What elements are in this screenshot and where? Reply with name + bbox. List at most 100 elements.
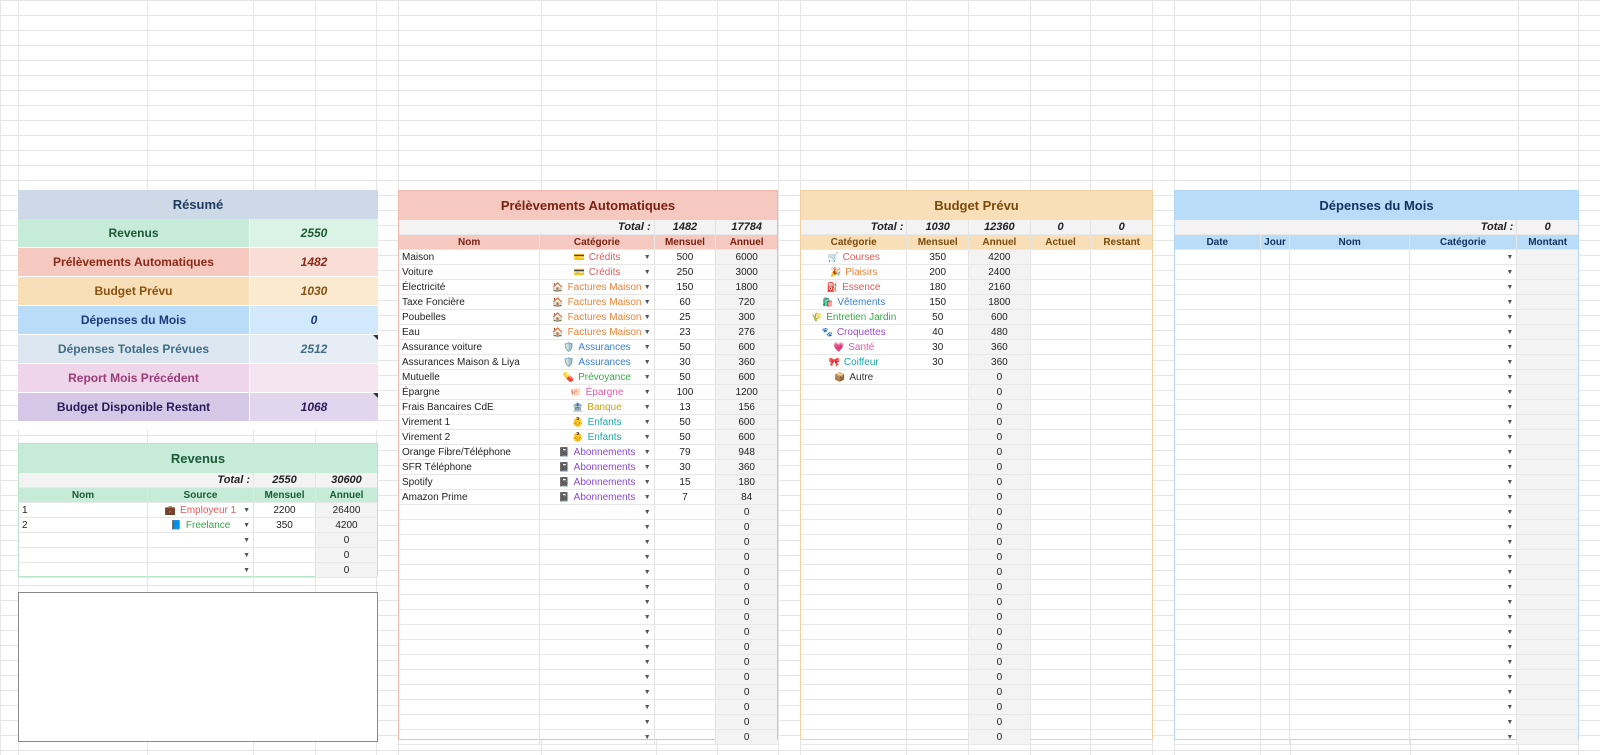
dropdown-arrow-icon[interactable]: ▼ bbox=[1506, 520, 1513, 534]
depense-date-cell[interactable] bbox=[1175, 385, 1261, 400]
depense-date-cell[interactable] bbox=[1175, 700, 1261, 715]
budget-categorie-cell[interactable] bbox=[801, 730, 908, 745]
budget-mensuel-cell[interactable] bbox=[907, 610, 970, 625]
prelevement-categorie-cell[interactable]: 🏠 Factures Maison ▼ bbox=[540, 310, 655, 325]
depense-montant-cell[interactable] bbox=[1517, 655, 1578, 670]
depense-nom-cell[interactable] bbox=[1290, 520, 1410, 535]
depense-date-cell[interactable] bbox=[1175, 295, 1261, 310]
budget-categorie-cell[interactable] bbox=[801, 505, 908, 520]
prelevement-mensuel-cell[interactable] bbox=[654, 595, 717, 610]
budget-mensuel-cell[interactable] bbox=[907, 715, 970, 730]
prelevement-categorie-cell[interactable]: ▼ bbox=[540, 625, 655, 640]
depense-categorie-cell[interactable]: ▼ bbox=[1409, 730, 1518, 745]
dropdown-arrow-icon[interactable]: ▼ bbox=[1506, 580, 1513, 594]
prelevement-nom-cell[interactable]: Maison bbox=[399, 250, 541, 265]
depense-jour-cell[interactable] bbox=[1260, 640, 1291, 655]
depense-date-cell[interactable] bbox=[1175, 460, 1261, 475]
prelevement-mensuel-cell[interactable]: 30 bbox=[654, 355, 717, 370]
prelevement-nom-cell[interactable]: Assurance voiture bbox=[399, 340, 541, 355]
prelevement-mensuel-cell[interactable]: 100 bbox=[654, 385, 717, 400]
prelevement-mensuel-cell[interactable]: 150 bbox=[654, 280, 717, 295]
prelevement-nom-cell[interactable] bbox=[399, 580, 541, 595]
prelevement-nom-cell[interactable] bbox=[399, 625, 541, 640]
dropdown-arrow-icon[interactable]: ▼ bbox=[644, 610, 651, 624]
budget-categorie-cell[interactable] bbox=[801, 550, 908, 565]
dropdown-arrow-icon[interactable]: ▼ bbox=[644, 460, 651, 474]
budget-mensuel-cell[interactable]: 40 bbox=[907, 325, 970, 340]
prelevement-categorie-cell[interactable]: ▼ bbox=[540, 550, 655, 565]
prelevement-mensuel-cell[interactable]: 79 bbox=[654, 445, 717, 460]
budget-mensuel-cell[interactable] bbox=[907, 550, 970, 565]
depense-nom-cell[interactable] bbox=[1290, 370, 1410, 385]
depense-montant-cell[interactable] bbox=[1517, 685, 1578, 700]
depense-categorie-cell[interactable]: ▼ bbox=[1409, 460, 1518, 475]
depense-categorie-cell[interactable]: ▼ bbox=[1409, 625, 1518, 640]
budget-mensuel-cell[interactable]: 30 bbox=[907, 355, 970, 370]
dropdown-arrow-icon[interactable]: ▼ bbox=[1506, 340, 1513, 354]
depense-montant-cell[interactable] bbox=[1517, 415, 1578, 430]
dropdown-arrow-icon[interactable]: ▼ bbox=[1506, 715, 1513, 729]
depense-categorie-cell[interactable]: ▼ bbox=[1409, 685, 1518, 700]
prelevement-nom-cell[interactable]: SFR Téléphone bbox=[399, 460, 541, 475]
dropdown-arrow-icon[interactable]: ▼ bbox=[644, 325, 651, 339]
dropdown-arrow-icon[interactable]: ▼ bbox=[644, 475, 651, 489]
depense-categorie-cell[interactable]: ▼ bbox=[1409, 265, 1518, 280]
budget-categorie-cell[interactable] bbox=[801, 625, 908, 640]
dropdown-arrow-icon[interactable]: ▼ bbox=[644, 490, 651, 504]
prelevement-nom-cell[interactable] bbox=[399, 505, 541, 520]
depense-nom-cell[interactable] bbox=[1290, 595, 1410, 610]
prelevement-mensuel-cell[interactable]: 250 bbox=[654, 265, 717, 280]
budget-mensuel-cell[interactable]: 350 bbox=[907, 250, 970, 265]
depense-nom-cell[interactable] bbox=[1290, 565, 1410, 580]
prelevement-mensuel-cell[interactable]: 60 bbox=[654, 295, 717, 310]
budget-categorie-cell[interactable]: 🎉 Plaisirs bbox=[801, 265, 908, 280]
depense-montant-cell[interactable] bbox=[1517, 595, 1578, 610]
depense-montant-cell[interactable] bbox=[1517, 580, 1578, 595]
dropdown-arrow-icon[interactable]: ▼ bbox=[1506, 685, 1513, 699]
budget-mensuel-cell[interactable] bbox=[907, 685, 970, 700]
budget-categorie-cell[interactable]: 🛍️ Vêtements bbox=[801, 295, 908, 310]
prelevement-categorie-cell[interactable]: 👶 Enfants ▼ bbox=[540, 430, 655, 445]
depense-jour-cell[interactable] bbox=[1260, 250, 1291, 265]
prelevement-mensuel-cell[interactable] bbox=[654, 535, 717, 550]
notes-box[interactable] bbox=[18, 592, 378, 742]
depense-montant-cell[interactable] bbox=[1517, 400, 1578, 415]
prelevement-mensuel-cell[interactable] bbox=[654, 655, 717, 670]
revenus-mensuel-cell[interactable] bbox=[254, 548, 316, 563]
prelevement-mensuel-cell[interactable]: 50 bbox=[654, 415, 717, 430]
prelevement-nom-cell[interactable] bbox=[399, 535, 541, 550]
prelevement-categorie-cell[interactable]: ▼ bbox=[540, 700, 655, 715]
budget-categorie-cell[interactable] bbox=[801, 415, 908, 430]
depense-nom-cell[interactable] bbox=[1290, 460, 1410, 475]
depense-jour-cell[interactable] bbox=[1260, 370, 1291, 385]
depense-date-cell[interactable] bbox=[1175, 415, 1261, 430]
depense-jour-cell[interactable] bbox=[1260, 400, 1291, 415]
budget-categorie-cell[interactable] bbox=[801, 475, 908, 490]
depense-date-cell[interactable] bbox=[1175, 565, 1261, 580]
revenus-nom-cell[interactable] bbox=[19, 563, 148, 578]
depense-jour-cell[interactable] bbox=[1260, 445, 1291, 460]
dropdown-arrow-icon[interactable]: ▼ bbox=[644, 520, 651, 534]
depense-categorie-cell[interactable]: ▼ bbox=[1409, 565, 1518, 580]
dropdown-arrow-icon[interactable]: ▼ bbox=[1506, 595, 1513, 609]
prelevement-categorie-cell[interactable]: 🏠 Factures Maison ▼ bbox=[540, 295, 655, 310]
prelevement-nom-cell[interactable] bbox=[399, 700, 541, 715]
depense-categorie-cell[interactable]: ▼ bbox=[1409, 520, 1518, 535]
depense-date-cell[interactable] bbox=[1175, 580, 1261, 595]
dropdown-arrow-icon[interactable]: ▼ bbox=[1506, 670, 1513, 684]
depense-nom-cell[interactable] bbox=[1290, 715, 1410, 730]
depense-categorie-cell[interactable]: ▼ bbox=[1409, 715, 1518, 730]
revenus-source-cell[interactable]: 📘 Freelance ▼ bbox=[148, 518, 254, 533]
revenus-source-cell[interactable]: ▼ bbox=[148, 563, 254, 578]
depense-nom-cell[interactable] bbox=[1290, 535, 1410, 550]
depense-nom-cell[interactable] bbox=[1290, 580, 1410, 595]
depense-date-cell[interactable] bbox=[1175, 610, 1261, 625]
budget-mensuel-cell[interactable] bbox=[907, 565, 970, 580]
prelevement-mensuel-cell[interactable] bbox=[654, 700, 717, 715]
revenus-nom-cell[interactable] bbox=[19, 548, 148, 563]
depense-montant-cell[interactable] bbox=[1517, 325, 1578, 340]
dropdown-arrow-icon[interactable]: ▼ bbox=[1506, 370, 1513, 384]
budget-categorie-cell[interactable]: 🎀 Coiffeur bbox=[801, 355, 908, 370]
dropdown-arrow-icon[interactable]: ▼ bbox=[644, 595, 651, 609]
budget-categorie-cell[interactable] bbox=[801, 595, 908, 610]
